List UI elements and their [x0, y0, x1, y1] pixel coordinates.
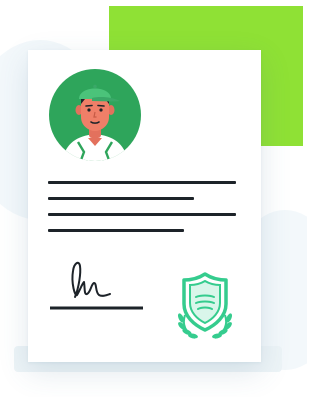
seal-badge-icon [169, 270, 241, 349]
text-line-2 [48, 197, 194, 200]
text-line-3 [48, 213, 236, 216]
certificate-document [28, 50, 261, 362]
avatar-icon [48, 68, 142, 167]
text-line-4 [48, 229, 184, 232]
signature-icon [47, 257, 147, 318]
text-line-1 [48, 181, 236, 184]
